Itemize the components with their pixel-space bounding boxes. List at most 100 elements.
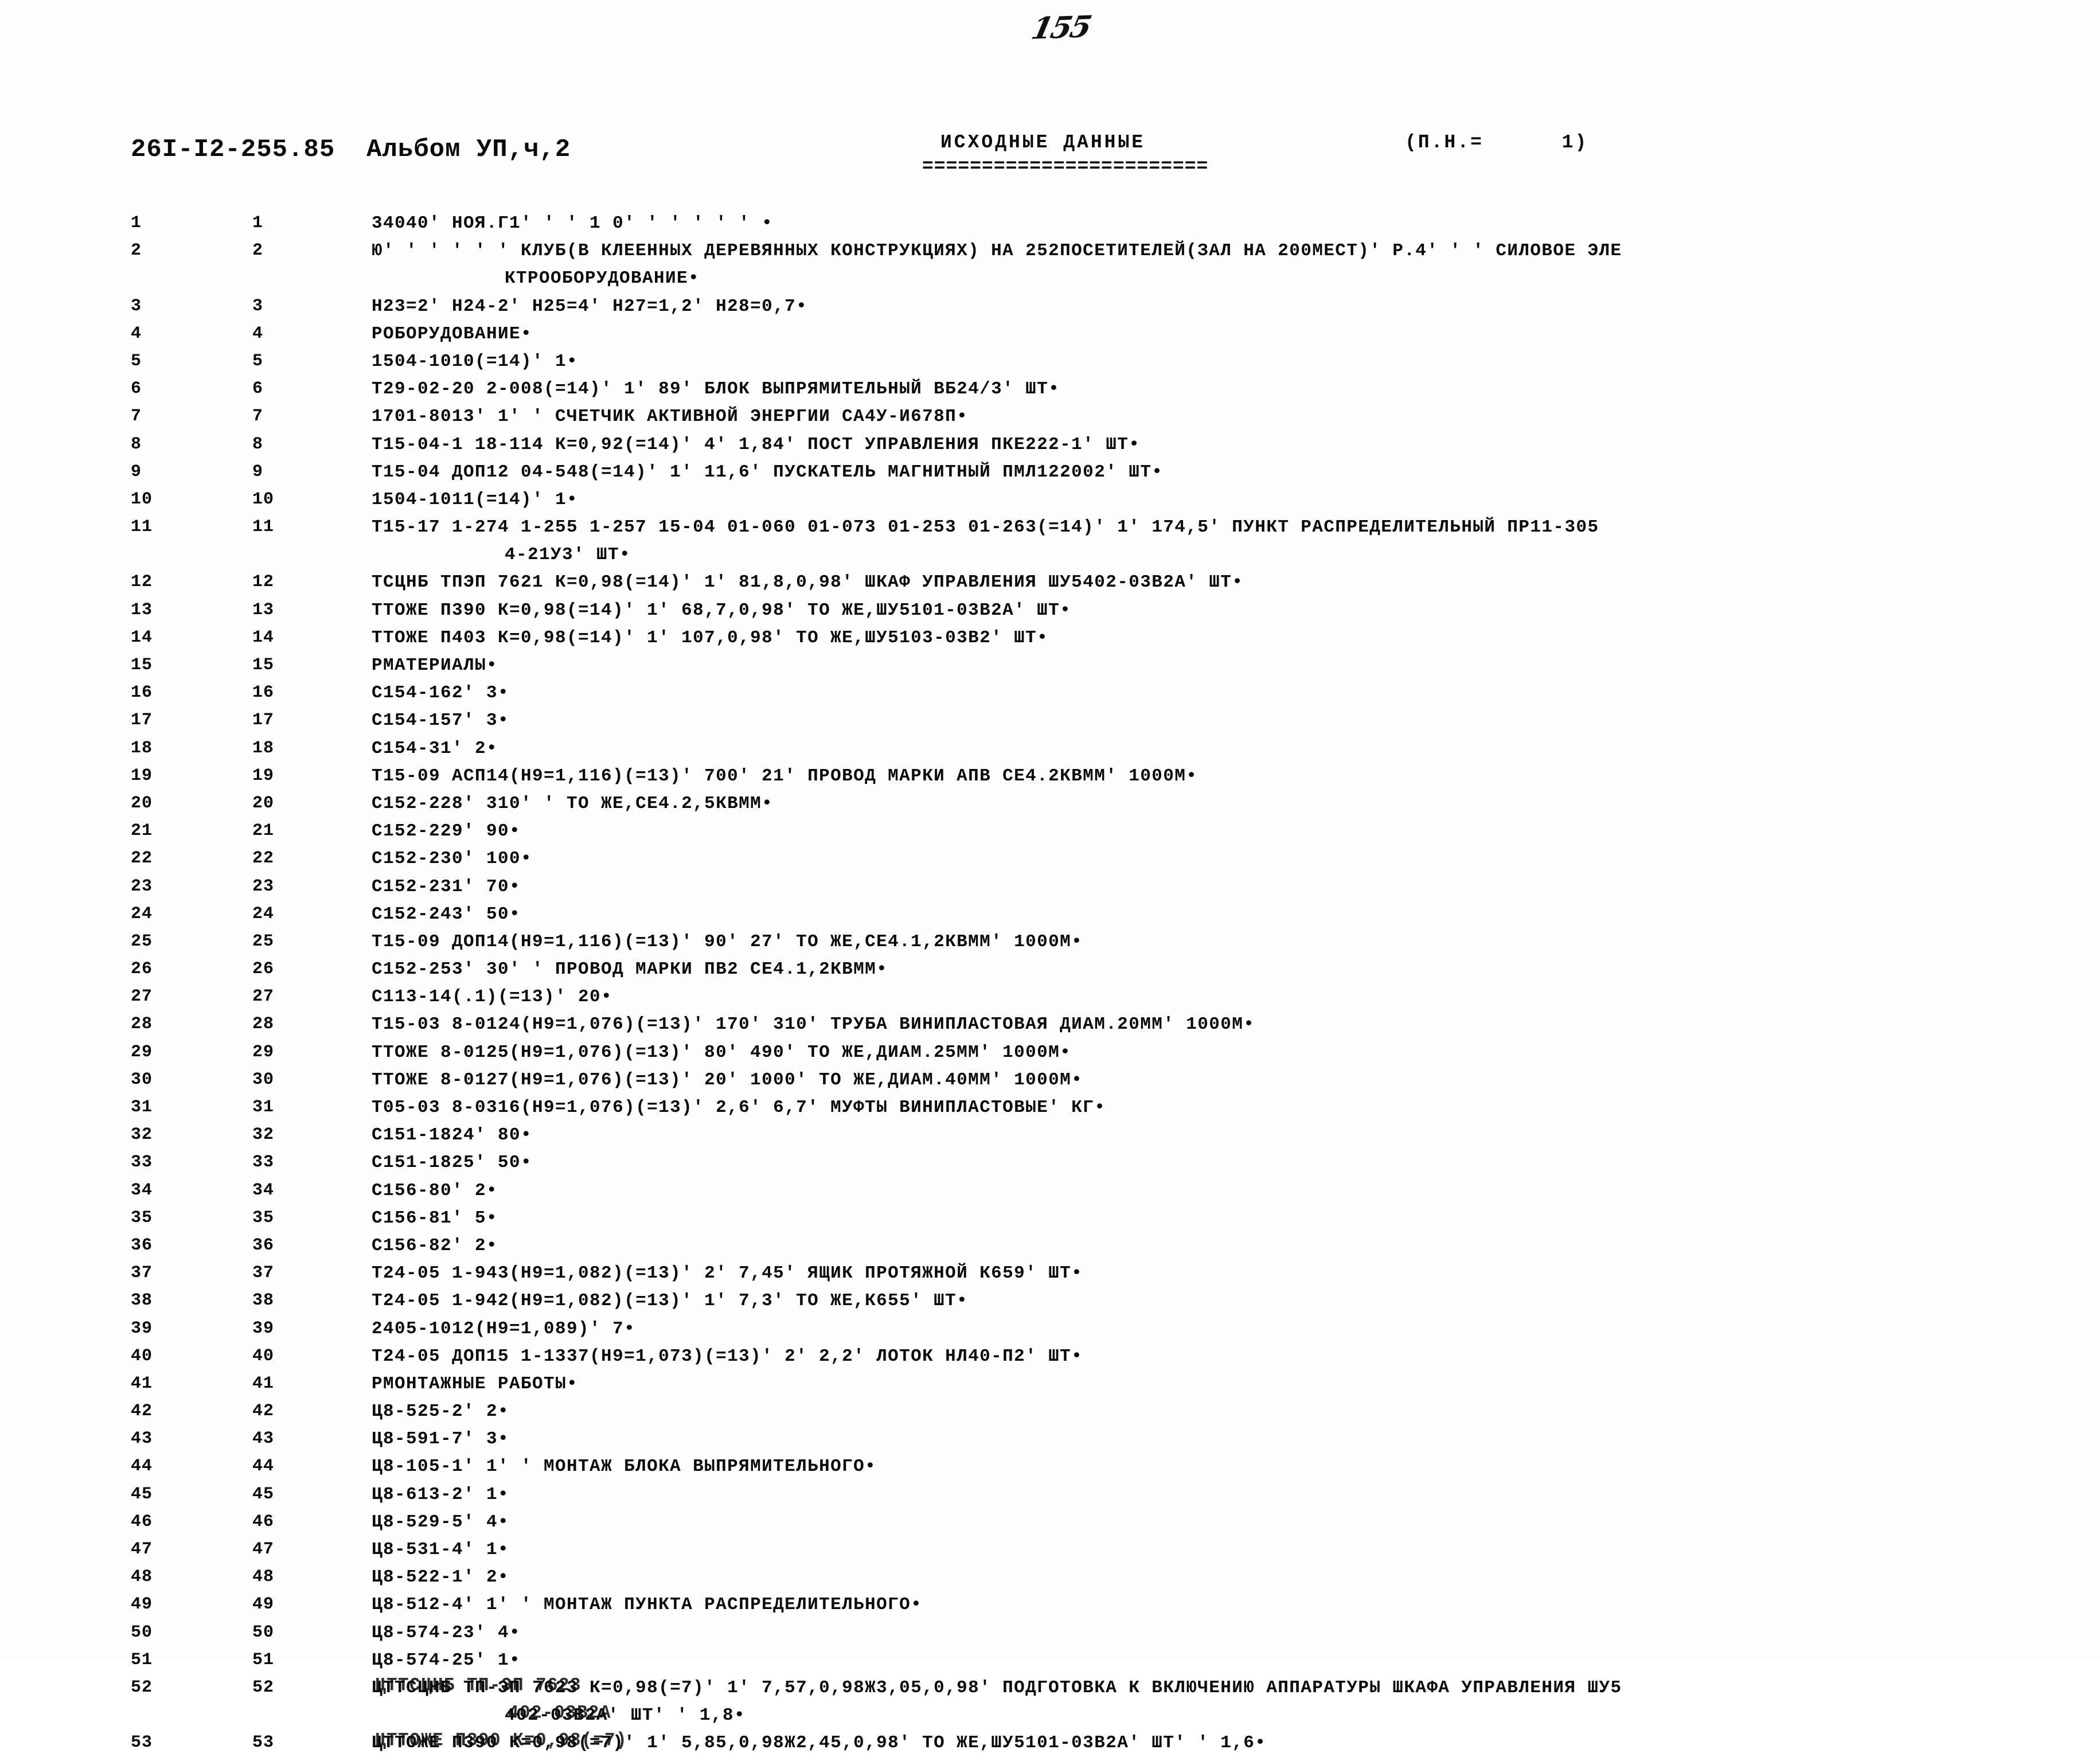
row-content: Т05-03 8-0316(Н9=1,076)(=13)' 2,6' 6,7' … xyxy=(372,1098,1106,1118)
listing-row: 32 32 С151-1824' 80• xyxy=(0,1125,2100,1153)
listing-row: 30 30 ТТОЖЕ 8-0127(Н9=1,076)(=13)' 20' 100… xyxy=(0,1070,2100,1098)
listing-row: 36 36 С156-82' 2• xyxy=(0,1236,2100,1263)
listing-row: 22 22 С152-230' 100• xyxy=(0,849,2100,876)
row-seq-b: 44 xyxy=(252,1457,275,1477)
row-seq-a: 19 xyxy=(131,766,153,786)
listing-row: 12 12 ТСЦНБ ТПЭП 7621 К=0,98(=14)' 1' 81,8… xyxy=(0,572,2100,600)
row-content: Ц8-613-2' 1• xyxy=(372,1484,510,1505)
row-seq-a: 23 xyxy=(131,876,153,896)
row-seq-b: 37 xyxy=(252,1263,275,1283)
listing-row: 42 42 Ц8-525-2' 2• xyxy=(0,1401,2100,1429)
row-content: Ц8-525-2' 2• xyxy=(372,1401,510,1422)
row-content: ТСЦНБ ТПЭП 7621 К=0,98(=14)' 1' 81,8,0,9… xyxy=(372,572,1244,593)
listing-row: 8 8 Т15-04-1 18-114 К=0,92(=14)' 4' 1,84' … xyxy=(0,435,2100,462)
listing-row: 47 47 Ц8-531-4' 1• xyxy=(0,1540,2100,1567)
listing-row: 11 11 Т15-17 1-274 1-255 1-257 15-04 01-06… xyxy=(0,517,2100,545)
row-seq-b: 1 xyxy=(252,213,264,233)
row-seq-b: 45 xyxy=(252,1484,275,1504)
listing-row: 44 44 Ц8-105-1' 1' ' МОНТАЖ БЛОКА ВЫПРЯМИТ… xyxy=(0,1457,2100,1484)
row-seq-b: 47 xyxy=(252,1540,275,1559)
row-seq-b: 21 xyxy=(252,821,275,841)
row-seq-a: 16 xyxy=(131,683,153,703)
row-content: С154-31' 2• xyxy=(372,738,498,759)
listing-row: 13 13 ТТОЖЕ П390 К=0,98(=14)' 1' 68,7,0,98… xyxy=(0,600,2100,628)
listing-row: 1 1 34040' НОЯ.Г1' ' ' 1 0' ' ' ' ' ' • xyxy=(0,213,2100,241)
listing-row: 18 18 С154-31' 2• xyxy=(0,739,2100,766)
row-content: 4-21У3' ШТ• xyxy=(505,545,631,565)
listing-row: 6 6 Т29-02-20 2-008(=14)' 1' 89' БЛОК ВЫПР… xyxy=(0,379,2100,407)
row-content: Ц8-512-4' 1' ' МОНТАЖ ПУНКТА РАСПРЕДЕЛИТ… xyxy=(372,1595,923,1615)
row-seq-b: 41 xyxy=(252,1373,275,1393)
row-content: 1701-8013' 1' ' СЧЕТЧИК АКТИВНОЙ ЭНЕРГИИ… xyxy=(372,407,969,427)
row-seq-b: 17 xyxy=(252,710,275,731)
row-seq-a: 14 xyxy=(131,627,153,647)
listing-row: 45 45 Ц8-613-2' 1• xyxy=(0,1485,2100,1512)
listing-row: 21 21 С152-229' 90• xyxy=(0,821,2100,849)
row-content: Т29-02-20 2-008(=14)' 1' 89' БЛОК ВЫПРЯМ… xyxy=(372,379,1060,400)
row-content: Т15-09 АСП14(Н9=1,116)(=13)' 700' 21' ПР… xyxy=(372,766,1198,786)
row-seq-b: 8 xyxy=(252,434,264,454)
row-content: С152-228' 310' ' ТО ЖЕ,СЕ4.2,5КВММ• xyxy=(372,793,774,814)
page-folio-number: 155 xyxy=(1028,9,1094,46)
row-seq-b: 48 xyxy=(252,1567,275,1587)
row-content: С154-162' 3• xyxy=(372,683,510,704)
row-seq-b: 22 xyxy=(252,849,275,869)
listing-row: 33 33 С151-1825' 50• xyxy=(0,1153,2100,1180)
row-seq-a: 18 xyxy=(131,738,153,758)
row-seq-b: 35 xyxy=(252,1208,275,1228)
row-content: Т15-04-1 18-114 К=0,92(=14)' 4' 1,84' ПО… xyxy=(372,434,1141,455)
row-seq-a: 21 xyxy=(131,821,153,841)
row-seq-a: 34 xyxy=(131,1180,153,1200)
row-content: Ц8-522-1' 2• xyxy=(372,1567,510,1588)
row-seq-a: 33 xyxy=(131,1153,153,1173)
listing-row: 28 28 Т15-03 8-0124(Н9=1,076)(=13)' 170' 3… xyxy=(0,1014,2100,1042)
row-seq-b: 30 xyxy=(252,1069,275,1090)
row-seq-a: 42 xyxy=(131,1401,153,1422)
row-seq-b: 18 xyxy=(252,738,275,758)
row-seq-a: 38 xyxy=(131,1291,153,1311)
row-seq-a: 10 xyxy=(131,489,153,509)
row-seq-a: 12 xyxy=(131,572,153,592)
listing-row: 41 41 РМОНТАЖНЫЕ РАБОТЫ• xyxy=(0,1374,2100,1401)
row-seq-b: 24 xyxy=(252,904,275,924)
page-header: 26I-I2-255.85 Альбом УП,ч,2 ИСХОДНЫЕ ДАН… xyxy=(0,132,2100,210)
listing-row: 39 39 2405-1012(Н9=1,089)' 7• xyxy=(0,1319,2100,1346)
row-seq-b: 11 xyxy=(252,517,275,537)
listing-row: 3 3 Н23=2' Н24-2' Н25=4' Н27=1,2' Н28=0,7• xyxy=(0,296,2100,324)
row-seq-a: 30 xyxy=(131,1069,153,1090)
listing-row: 52 52 ЦТТСЦНБ ТП-ЭП 7623 К=0,98(=7)' 1' 7,… xyxy=(0,1675,2100,1705)
overstrike-ghost-text: ЦТТОЖЕ П390 К=0,98(=7) xyxy=(375,1730,628,1752)
row-seq-b: 9 xyxy=(252,462,264,482)
row-content: Т15-03 8-0124(Н9=1,076)(=13)' 170' 310' … xyxy=(372,1014,1255,1035)
row-content: С156-81' 5• xyxy=(372,1208,498,1228)
listing-row: 14 14 ТТОЖЕ П403 К=0,98(=14)' 1' 107,0,98'… xyxy=(0,628,2100,655)
row-seq-b: 36 xyxy=(252,1235,275,1255)
row-seq-b: 31 xyxy=(252,1098,275,1117)
row-seq-a: 36 xyxy=(131,1235,153,1255)
listing-row: 16 16 С154-162' 3• xyxy=(0,683,2100,710)
row-seq-a: 48 xyxy=(131,1567,153,1587)
row-seq-b: 28 xyxy=(252,1014,275,1034)
listing-row: 49 49 Ц8-512-4' 1' ' МОНТАЖ ПУНКТА РАСПРЕД… xyxy=(0,1595,2100,1622)
row-seq-a: 26 xyxy=(131,959,153,979)
row-seq-a: 40 xyxy=(131,1346,153,1366)
listing-row: 19 19 Т15-09 АСП14(Н9=1,116)(=13)' 700' 21… xyxy=(0,766,2100,794)
row-content: С151-1824' 80• xyxy=(372,1125,533,1146)
row-content: С152-229' 90• xyxy=(372,821,521,842)
row-seq-a: 8 xyxy=(131,434,142,454)
row-content: ЦТТОЖЕ П390 К=0,98(=7)' 1' 5,85,0,98Ж2,4… xyxy=(372,1730,1267,1754)
row-seq-a: 45 xyxy=(131,1484,153,1504)
row-content: Т15-09 ДОП14(Н9=1,116)(=13)' 90' 27' ТО … xyxy=(372,931,1083,952)
row-content: С156-80' 2• xyxy=(372,1180,498,1201)
row-content: Ц8-531-4' 1• xyxy=(372,1540,510,1560)
row-content: Н23=2' Н24-2' Н25=4' Н27=1,2' Н28=0,7• xyxy=(372,296,808,317)
row-seq-a: 43 xyxy=(131,1429,153,1449)
row-content: С152-230' 100• xyxy=(372,849,533,869)
listing-row: 46 46 Ц8-529-5' 4• xyxy=(0,1512,2100,1540)
row-seq-b: 12 xyxy=(252,572,275,592)
row-content: 1504-1011(=14)' 1• xyxy=(372,489,579,510)
row-seq-b: 19 xyxy=(252,766,275,786)
row-seq-a: 49 xyxy=(131,1595,153,1615)
row-seq-a: 37 xyxy=(131,1263,153,1283)
row-seq-a: 47 xyxy=(131,1540,153,1559)
